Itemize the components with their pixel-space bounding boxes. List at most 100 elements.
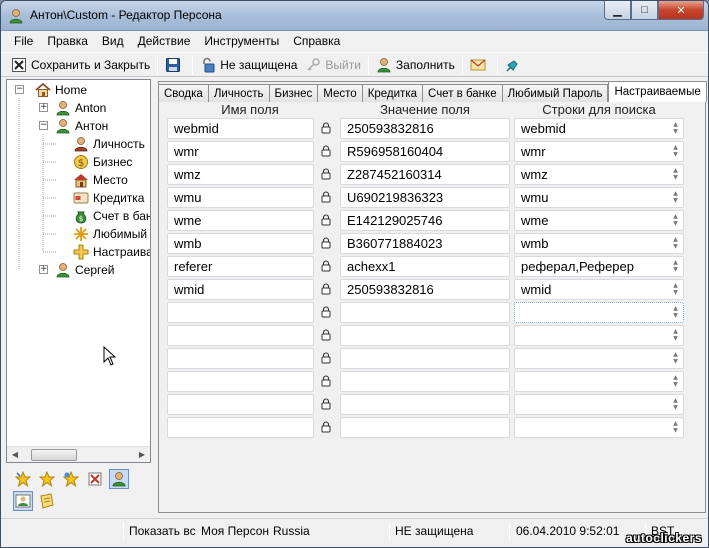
scroll-left-icon[interactable]: ◀ xyxy=(7,447,23,463)
scroll-arrows-icon[interactable]: ▲ ▼ xyxy=(671,397,680,412)
lock-icon[interactable] xyxy=(320,168,332,180)
search-strings-input[interactable]: ▲ ▼ xyxy=(514,348,684,369)
tree-item-favorite[interactable]: Любимый xyxy=(73,225,147,243)
tab-custom[interactable]: Настраиваемые xyxy=(608,81,707,102)
field-name-input[interactable]: wmb xyxy=(167,233,314,254)
search-strings-input[interactable]: ▲ ▼ xyxy=(514,302,684,323)
expander-anton-ru[interactable]: − xyxy=(39,121,48,130)
field-name-input[interactable]: wme xyxy=(167,210,314,231)
tree-item-identity[interactable]: Личность xyxy=(73,135,145,153)
mail-button[interactable] xyxy=(466,54,494,76)
search-strings-input[interactable]: wme ▲ ▼ xyxy=(514,210,684,231)
close-button[interactable]: ✕ xyxy=(658,1,704,20)
lock-icon[interactable] xyxy=(320,329,332,341)
star-edit-icon[interactable] xyxy=(61,469,81,489)
tab-credit-card[interactable]: Кредитка xyxy=(361,84,424,102)
menu-file[interactable]: File xyxy=(7,34,40,48)
tab-summary[interactable]: Сводка xyxy=(158,84,209,102)
lock-icon[interactable] xyxy=(320,260,332,272)
lock-icon[interactable] xyxy=(320,283,332,295)
search-strings-input[interactable]: ▲ ▼ xyxy=(514,417,684,438)
tree-item-anton-ru[interactable]: Антон xyxy=(55,117,108,135)
identity-tree[interactable]: − Home + Anton − Антон Личность $ Бизнес… xyxy=(7,80,150,446)
person-view-icon[interactable] xyxy=(109,469,129,489)
menu-view[interactable]: Вид xyxy=(95,34,131,48)
lock-icon[interactable] xyxy=(320,122,332,134)
field-value-input[interactable] xyxy=(340,394,510,415)
field-value-input[interactable]: R596958160404 xyxy=(340,141,510,162)
field-name-input[interactable] xyxy=(167,417,314,438)
scroll-arrows-icon[interactable]: ▲ ▼ xyxy=(671,305,680,320)
person-card-icon[interactable] xyxy=(13,491,33,511)
tree-item-sergey[interactable]: Сергей xyxy=(55,261,115,279)
field-name-input[interactable]: wmr xyxy=(167,141,314,162)
field-value-input[interactable]: B360771884023 xyxy=(340,233,510,254)
tree-item-business[interactable]: $ Бизнес xyxy=(73,153,132,171)
scroll-arrows-icon[interactable]: ▲ ▼ xyxy=(671,213,680,228)
scroll-right-icon[interactable]: ▶ xyxy=(134,447,150,463)
field-name-input[interactable]: wmz xyxy=(167,164,314,185)
tree-item-bank-account[interactable]: $ Счет в банк xyxy=(73,207,150,225)
lock-icon[interactable] xyxy=(320,191,332,203)
field-value-input[interactable] xyxy=(340,348,510,369)
tab-bank-account[interactable]: Счет в банке xyxy=(422,84,503,102)
tree-horizontal-scrollbar[interactable]: ◀ ▶ xyxy=(7,446,150,462)
field-value-input[interactable]: 250593832816 xyxy=(340,279,510,300)
tab-favorite-password[interactable]: Любимый Пароль xyxy=(501,84,609,102)
logout-button[interactable]: Выйти xyxy=(301,54,365,76)
search-strings-input[interactable]: ▲ ▼ xyxy=(514,394,684,415)
lock-icon[interactable] xyxy=(320,375,332,387)
field-name-input[interactable] xyxy=(167,394,314,415)
star-add-icon[interactable] xyxy=(13,469,33,489)
lock-icon[interactable] xyxy=(320,237,332,249)
save-button[interactable] xyxy=(161,54,189,76)
menu-action[interactable]: Действие xyxy=(131,34,198,48)
expander-anton[interactable]: + xyxy=(39,103,48,112)
expander-sergey[interactable]: + xyxy=(39,265,48,274)
field-name-input[interactable] xyxy=(167,325,314,346)
lock-icon[interactable] xyxy=(320,214,332,226)
search-strings-input[interactable]: wmb ▲ ▼ xyxy=(514,233,684,254)
menu-tools[interactable]: Инструменты xyxy=(197,34,286,48)
protection-button[interactable]: Не защищена xyxy=(196,54,301,76)
field-value-input[interactable] xyxy=(340,302,510,323)
field-name-input[interactable] xyxy=(167,348,314,369)
tree-item-credit-card[interactable]: Кредитка xyxy=(73,189,144,207)
title-bar[interactable]: Антон\Custom - Редактор Персона ▁ □ ✕ xyxy=(1,1,708,31)
tab-business[interactable]: Бизнес xyxy=(268,84,319,102)
star-icon[interactable] xyxy=(37,469,57,489)
field-name-input[interactable] xyxy=(167,302,314,323)
tree-item-place[interactable]: Место xyxy=(73,171,128,189)
scroll-arrows-icon[interactable]: ▲ ▼ xyxy=(671,167,680,182)
field-value-input[interactable]: achexx1 xyxy=(340,256,510,277)
tree-item-home[interactable]: Home xyxy=(35,81,87,99)
scroll-arrows-icon[interactable]: ▲ ▼ xyxy=(671,190,680,205)
search-strings-input[interactable]: wmid ▲ ▼ xyxy=(514,279,684,300)
field-name-input[interactable] xyxy=(167,371,314,392)
scroll-arrows-icon[interactable]: ▲ ▼ xyxy=(671,420,680,435)
note-icon[interactable] xyxy=(37,491,57,511)
field-value-input[interactable]: Z287452160314 xyxy=(340,164,510,185)
scroll-arrows-icon[interactable]: ▲ ▼ xyxy=(671,144,680,159)
field-value-input[interactable]: U690219836323 xyxy=(340,187,510,208)
expander-home[interactable]: − xyxy=(15,85,24,94)
search-strings-input[interactable]: реферал,Реферер ▲ ▼ xyxy=(514,256,684,277)
lock-icon[interactable] xyxy=(320,398,332,410)
scroll-arrows-icon[interactable]: ▲ ▼ xyxy=(671,236,680,251)
scroll-arrows-icon[interactable]: ▲ ▼ xyxy=(671,121,680,136)
field-value-input[interactable]: 250593832816 xyxy=(340,118,510,139)
field-value-input[interactable]: E142129025746 xyxy=(340,210,510,231)
lock-icon[interactable] xyxy=(320,306,332,318)
field-name-input[interactable]: webmid xyxy=(167,118,314,139)
scroll-arrows-icon[interactable]: ▲ ▼ xyxy=(671,374,680,389)
field-name-input[interactable]: wmid xyxy=(167,279,314,300)
maximize-button[interactable]: □ xyxy=(631,1,658,20)
scroll-arrows-icon[interactable]: ▲ ▼ xyxy=(671,259,680,274)
status-show-all[interactable]: Показать все xyxy=(129,522,196,540)
tab-place[interactable]: Место xyxy=(317,84,363,102)
search-strings-input[interactable]: wmr ▲ ▼ xyxy=(514,141,684,162)
field-value-input[interactable] xyxy=(340,325,510,346)
scroll-arrows-icon[interactable]: ▲ ▼ xyxy=(671,328,680,343)
tree-item-anton[interactable]: Anton xyxy=(55,99,106,117)
scroll-arrows-icon[interactable]: ▲ ▼ xyxy=(671,282,680,297)
